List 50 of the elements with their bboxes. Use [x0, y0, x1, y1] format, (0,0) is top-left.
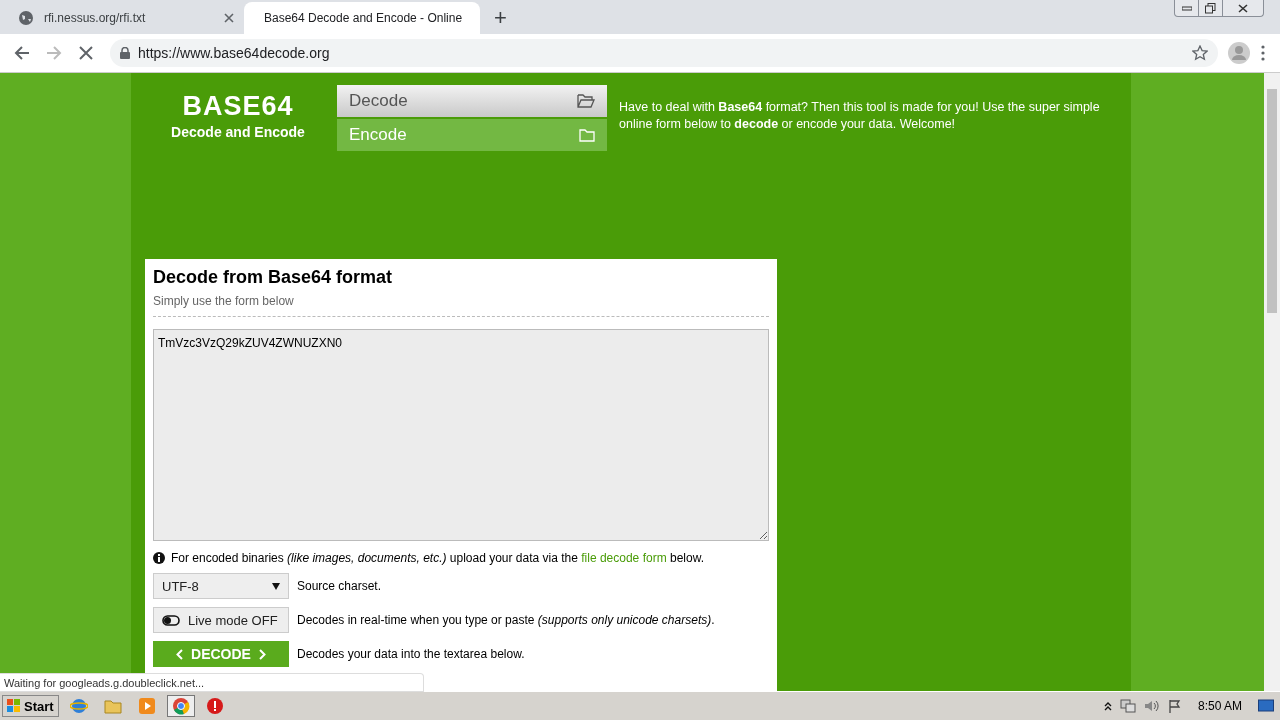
nav-menu-item[interactable]: Decode: [337, 85, 607, 117]
windows-logo-icon: [7, 699, 21, 713]
status-bubble: Waiting for googleads.g.doubleclick.net...: [0, 673, 424, 692]
forward-arrow-icon: [46, 45, 62, 61]
speaker-icon[interactable]: [1143, 699, 1160, 713]
flag-icon[interactable]: [1167, 699, 1182, 713]
card-subtitle: Simply use the form below: [153, 294, 295, 308]
charset-caption: Source charset.: [297, 579, 382, 593]
chevron-right-icon: [258, 648, 266, 660]
scrollbar[interactable]: [1264, 73, 1280, 691]
globe-icon: [18, 10, 34, 26]
chevron-left-icon: [176, 648, 184, 660]
lock-icon: [120, 47, 130, 59]
card-title: Decode from Base64 format: [153, 267, 394, 288]
chrome-icon: [171, 697, 190, 715]
folder-open-icon: [577, 94, 595, 108]
media-player-icon: [137, 697, 156, 715]
close-icon: [1238, 3, 1248, 13]
folder-icon: [579, 128, 595, 142]
live-mode-caption: Decodes in real-time when you type or paste (supports only unicode charsets).: [297, 613, 715, 627]
start-button[interactable]: Start: [2, 695, 59, 717]
browser-tab[interactable]: Base64 Decode and Encode - Online: [244, 2, 480, 34]
folder-icon: [103, 698, 122, 714]
address-bar[interactable]: https://www.base64decode.org: [110, 39, 1218, 67]
close-icon: [79, 46, 93, 60]
back-arrow-icon: [14, 45, 30, 61]
charset-dropdown[interactable]: UTF-8: [153, 573, 289, 599]
new-tab-button[interactable]: +: [488, 2, 513, 34]
intro-text: Have to deal with Base64 format? Then this tool is made for you! Use the super simple online form below to decode or encode your data. Welcome!: [619, 99, 1101, 133]
network-icon[interactable]: [1119, 699, 1136, 713]
close-icon[interactable]: [224, 13, 234, 23]
stop-icon: [205, 697, 224, 715]
browser-e-icon: [69, 697, 88, 715]
dropdown-arrow-icon: [272, 582, 280, 590]
input-field[interactable]: TmVzc3VzQ29kZUV4ZWNUZXN0: [153, 329, 769, 541]
logo-title: BASE64: [182, 91, 294, 122]
logo-subtitle: Decode and Encode: [171, 124, 305, 140]
star-icon[interactable]: [1192, 45, 1208, 61]
show-desktop-icon[interactable]: [1258, 699, 1274, 713]
info-icon: [153, 552, 165, 564]
browser-tab[interactable]: rfi.nessus.org/rfi.txt: [8, 2, 244, 34]
minimize-icon: [1181, 5, 1192, 11]
live-mode-toggle[interactable]: Live mode OFF: [153, 607, 289, 633]
clock-time[interactable]: 8:50 AM: [1197, 699, 1242, 713]
file-decode-link[interactable]: file decode form: [581, 551, 667, 565]
profile-avatar-icon[interactable]: [1228, 42, 1250, 64]
chevron-up-icon[interactable]: [1103, 701, 1112, 711]
taskbar-app-button[interactable]: [166, 695, 195, 717]
decode-caption: Decodes your data into the textarea below.: [297, 647, 525, 661]
info-text: For encoded binaries (like images, documents, etc.) upload your data via the file decode form below.: [171, 551, 704, 565]
